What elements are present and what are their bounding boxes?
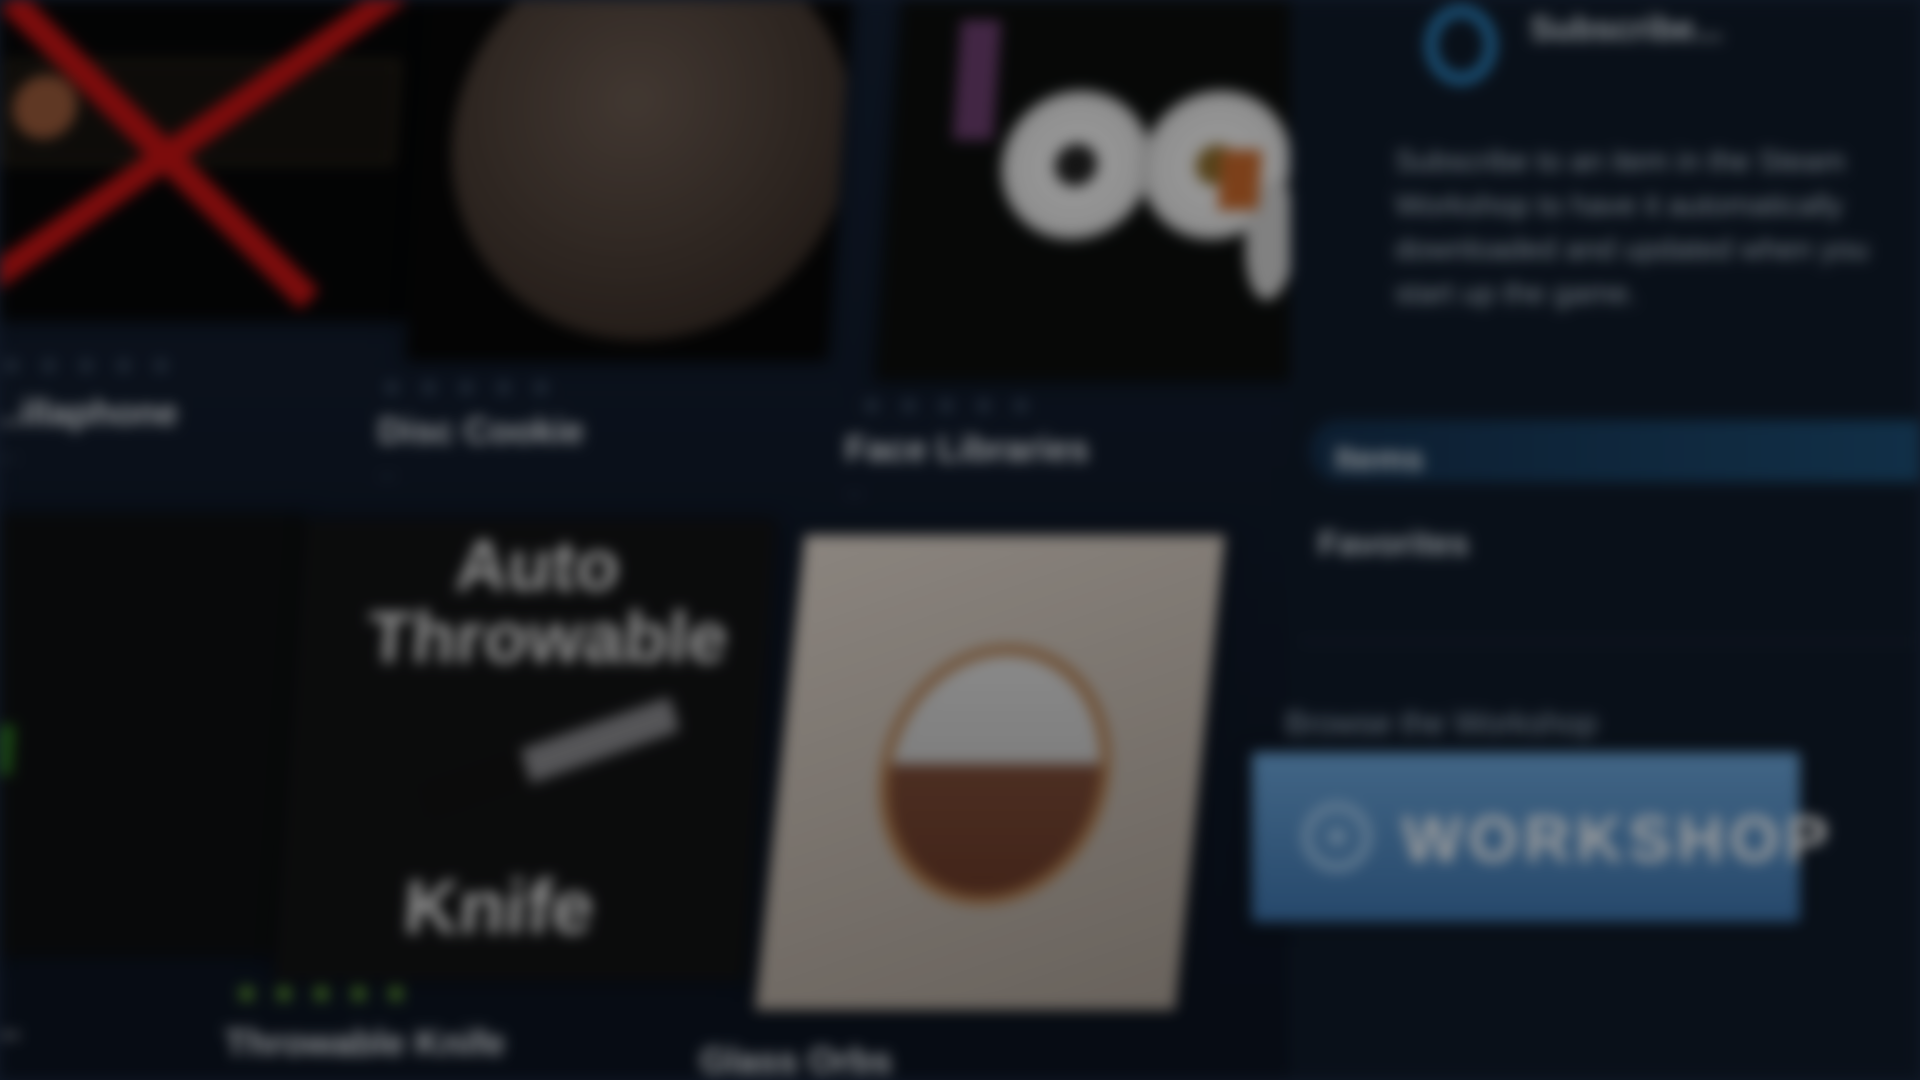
workshop-button[interactable]: WORKSHOP — [1252, 752, 1828, 922]
card-thumbnail[interactable] — [0, 515, 306, 955]
rating-stars: ★ ★ ★ ★ ★ — [380, 372, 553, 403]
card-title[interactable]: Disc Cookie — [378, 410, 584, 452]
cross-mark-icon — [0, 0, 409, 310]
subscribed-label: Subscribe... — [1530, 10, 1723, 48]
star-icon: ★ — [860, 390, 884, 420]
card-thumbnail[interactable] — [406, 0, 854, 360]
star-icon: ★ — [74, 350, 98, 380]
tab-favorites[interactable]: Favorites — [1318, 525, 1469, 564]
rating-stars: ★ ★ ★ ★ ★ — [235, 978, 408, 1009]
star-icon: ★ — [417, 372, 441, 402]
star-icon: ★ — [111, 350, 136, 380]
star-icon: ★ — [235, 978, 259, 1008]
card-title[interactable]: ... — [0, 1005, 20, 1047]
star-icon: ★ — [934, 390, 958, 420]
workshop-button-label: WORKSHOP — [1402, 803, 1834, 875]
eye-left-image — [995, 90, 1157, 240]
card-thumbnail[interactable] — [876, 0, 1334, 380]
star-icon: ★ — [529, 372, 553, 402]
star-icon: ★ — [897, 390, 921, 420]
card-author[interactable]: ... — [845, 476, 863, 502]
cookie-image — [438, 0, 854, 340]
thumb-caption: Auto Throwable — [365, 526, 731, 678]
decor-shape — [952, 20, 1002, 140]
star-icon: ★ — [380, 372, 404, 402]
tab-items[interactable]: Items — [1335, 440, 1424, 479]
card-author[interactable]: ... — [0, 440, 18, 466]
star-icon: ★ — [309, 978, 333, 1008]
star-icon: ★ — [1009, 390, 1033, 420]
card-title[interactable]: Face Libraries — [845, 428, 1089, 470]
card-thumbnail[interactable]: Auto Throwable Knife — [273, 520, 777, 980]
decor-shape — [1217, 150, 1263, 210]
divider — [1300, 640, 1920, 643]
rating-stars: ★ ★ ★ ★ ★ — [860, 390, 1033, 421]
card-title[interactable]: Glass Orbs — [700, 1040, 892, 1080]
sidebar-description: Subscribe to an item in the Steam Worksh… — [1395, 145, 1869, 310]
thumb-caption: Knife — [401, 865, 597, 950]
browse-label: Browse the Workshop — [1285, 705, 1598, 741]
star-icon: ★ — [37, 350, 61, 380]
star-icon: ★ — [454, 372, 478, 402]
star-icon: ★ — [149, 350, 173, 380]
workshop-scene: ★ ★ ★ ★ ★ ...illaphone ... ★ ★ ★ ★ ★ Disc Cookie… — [0, 0, 1920, 1080]
star-icon: ★ — [971, 390, 996, 420]
green-marker — [0, 725, 15, 775]
star-icon: ★ — [384, 978, 408, 1008]
orb-image — [866, 645, 1124, 905]
rating-stars: ★ ★ ★ ★ ★ — [0, 350, 173, 381]
star-icon: ★ — [272, 978, 296, 1008]
card-thumbnail[interactable] — [0, 0, 432, 320]
card-author[interactable]: ... — [378, 458, 396, 484]
star-icon: ★ — [0, 350, 24, 380]
knife-icon — [419, 696, 680, 820]
card-thumbnail[interactable] — [755, 535, 1225, 1010]
subscribe-icon — [1425, 5, 1497, 85]
star-icon: ★ — [346, 978, 371, 1008]
card-title[interactable]: ...illaphone — [0, 392, 178, 434]
star-icon: ★ — [491, 372, 516, 402]
workshop-gear-icon — [1302, 802, 1372, 872]
card-title[interactable]: Throwable Knife — [225, 1022, 505, 1064]
